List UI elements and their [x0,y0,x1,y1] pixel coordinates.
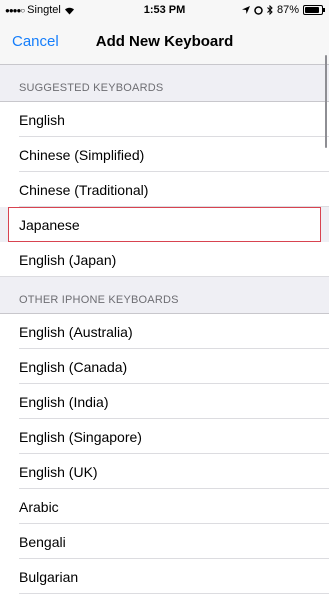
battery-level [305,7,319,13]
bluetooth-icon [267,5,273,15]
section-header-other: OTHER IPHONE KEYBOARDS [19,294,179,306]
status-icons: 87% [241,4,325,16]
list-item[interactable]: English [0,102,329,137]
list-item[interactable]: English (UK) [0,454,329,489]
battery-tip [323,8,325,12]
list-item[interactable]: Bengali [0,524,329,559]
list-item[interactable]: English (Australia) [0,314,329,349]
list-item[interactable]: English (Canada) [0,349,329,384]
battery-percent: 87% [276,4,299,16]
list-item[interactable]: English (Singapore) [0,419,329,454]
status-bar: ●●●●○ Singtel 1:53 PM 87% [0,0,329,20]
list-item[interactable]: English (India) [0,384,329,419]
list-item[interactable]: Arabic [0,489,329,524]
list-item[interactable]: Chinese (Simplified) [0,137,329,172]
section-header-suggested: SUGGESTED KEYBOARDS [19,82,164,94]
battery-icon [303,5,325,15]
list-item-highlighted[interactable]: Japanese [8,207,321,242]
other-keyboards-group: English (Australia) English (Canada) Eng… [0,313,329,594]
keyboard-list[interactable]: SUGGESTED KEYBOARDS English Chinese (Sim… [0,65,329,594]
suggested-keyboards-group: English Chinese (Simplified) Chinese (Tr… [0,101,329,277]
scroll-indicator[interactable] [324,55,327,148]
list-item[interactable]: English (Japan) [0,242,329,277]
alarm-icon [254,5,263,15]
list-item[interactable]: Bulgarian [0,559,329,594]
navigation-bar: Cancel Add New Keyboard [0,20,329,65]
location-arrow-icon [241,6,250,14]
page-title: Add New Keyboard [95,33,234,50]
list-item[interactable]: Chinese (Traditional) [0,172,329,207]
